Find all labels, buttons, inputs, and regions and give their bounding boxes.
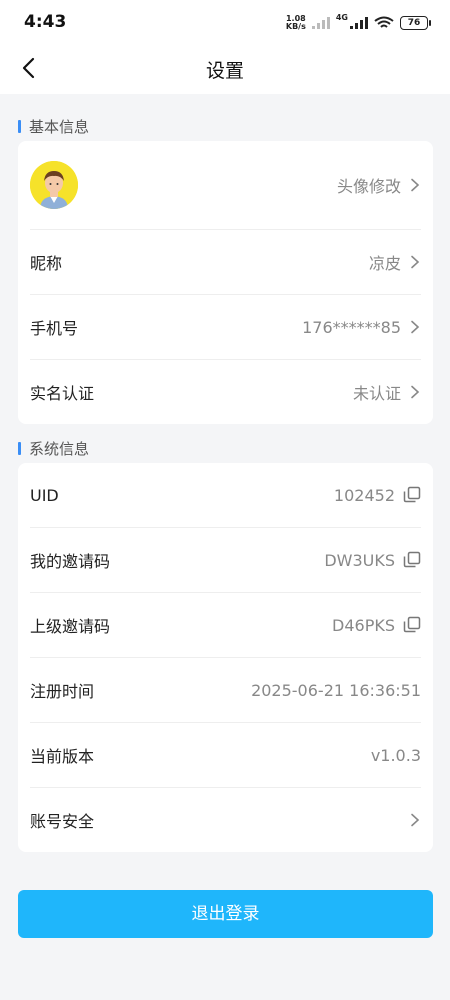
- row-label: 昵称: [30, 254, 63, 273]
- status-icons: 1.08 KB/s 4G 76: [286, 12, 431, 34]
- avatar: [30, 161, 78, 209]
- row-label: 实名认证: [30, 384, 95, 403]
- copy-icon[interactable]: [403, 616, 421, 634]
- network-type-label: 4G: [335, 12, 348, 22]
- current-version-row: 当前版本 v1.0.3: [30, 723, 421, 788]
- row-value: DW3UKS: [324, 550, 395, 570]
- chevron-right-icon: [411, 385, 420, 399]
- cellular-signal-icon: [350, 17, 368, 29]
- avatar-edit-action[interactable]: 头像修改: [337, 173, 421, 197]
- copy-icon[interactable]: [403, 551, 421, 569]
- phone-row[interactable]: 手机号 176******85: [30, 295, 421, 360]
- section-accent-bar: [18, 120, 21, 133]
- section-title-text: 基本信息: [29, 118, 90, 136]
- row-label: 注册时间: [30, 682, 95, 701]
- account-security-row[interactable]: 账号安全: [30, 788, 421, 852]
- my-invite-code-row: 我的邀请码 DW3UKS: [30, 528, 421, 593]
- chevron-right-icon: [411, 813, 420, 827]
- parent-invite-code-row: 上级邀请码 D46PKS: [30, 593, 421, 658]
- row-label: UID: [30, 485, 59, 505]
- row-value: 2025-06-21 16:36:51: [251, 680, 421, 700]
- wifi-signal-weak-icon: [311, 17, 330, 29]
- chevron-right-icon: [411, 320, 420, 334]
- row-label: 我的邀请码: [30, 552, 111, 571]
- chevron-right-icon: [411, 255, 420, 269]
- real-name-verification-row[interactable]: 实名认证 未认证: [30, 360, 421, 424]
- wifi-icon: [374, 16, 394, 28]
- row-label: 账号安全: [30, 812, 95, 831]
- logout-button[interactable]: 退出登录: [18, 890, 433, 938]
- section-title-basic-info: 基本信息: [18, 116, 89, 137]
- status-bar: 4:43 1.08 KB/s 4G 76: [0, 0, 450, 44]
- chevron-right-icon: [411, 178, 420, 192]
- section-title-system-info: 系统信息: [18, 438, 89, 459]
- row-label: 手机号: [30, 319, 79, 338]
- avatar-person-icon: [30, 161, 78, 209]
- uid-row: UID 102452: [30, 463, 421, 528]
- copy-icon[interactable]: [403, 486, 421, 504]
- row-value: D46PKS: [332, 615, 395, 635]
- row-value: 凉皮: [368, 254, 401, 273]
- registration-time-row: 注册时间 2025-06-21 16:36:51: [30, 658, 421, 723]
- status-time: 4:43: [24, 12, 67, 32]
- battery-indicator: 76: [400, 16, 431, 30]
- row-value: v1.0.3: [370, 745, 421, 765]
- section-title-text: 系统信息: [29, 440, 90, 458]
- row-label: 上级邀请码: [30, 617, 111, 636]
- row-label: 当前版本: [30, 747, 95, 766]
- network-speed: 1.08 KB/s: [286, 15, 306, 31]
- row-value: 102452: [333, 485, 395, 505]
- basic-info-card: 头像修改 昵称 凉皮 手机号 176******85 实名认证 未认证: [18, 141, 433, 424]
- avatar-row[interactable]: 头像修改: [30, 141, 421, 230]
- nickname-row[interactable]: 昵称 凉皮: [30, 230, 421, 295]
- row-value: 176******85: [302, 317, 401, 337]
- section-accent-bar: [18, 442, 21, 455]
- nav-bar: 设置: [0, 44, 450, 94]
- network-speed-unit: KB/s: [285, 22, 306, 31]
- page-title: 设置: [205, 60, 244, 82]
- system-info-card: UID 102452 我的邀请码 DW3UKS 上级邀请码 D46PKS 注册时…: [18, 463, 433, 852]
- avatar-edit-label: 头像修改: [336, 177, 401, 196]
- row-value: 未认证: [352, 384, 401, 403]
